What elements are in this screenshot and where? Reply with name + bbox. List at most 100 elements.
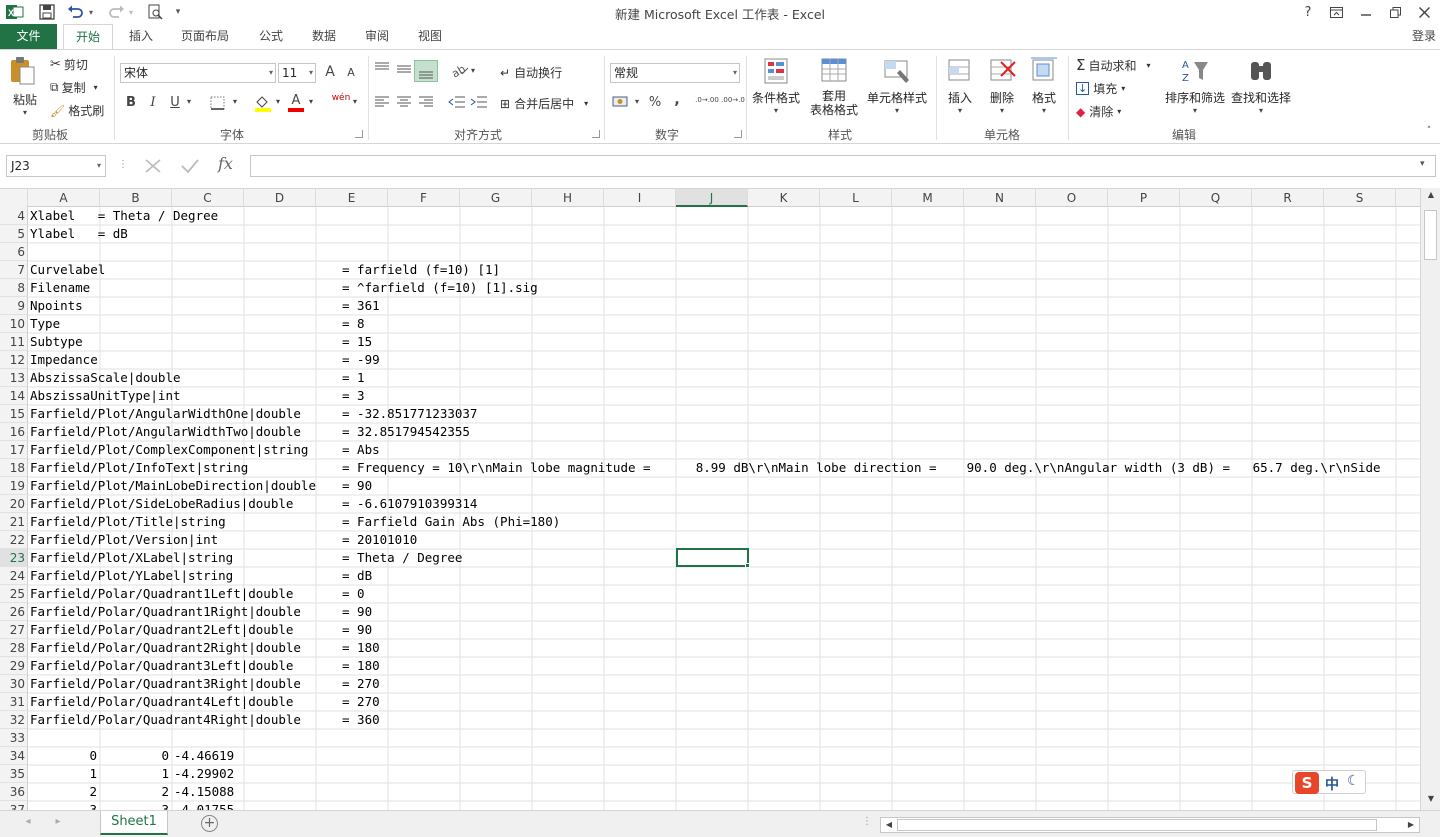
row-header[interactable]: 16	[0, 423, 28, 441]
row-header[interactable]: 25	[0, 585, 28, 603]
active-cell-selection[interactable]	[676, 548, 749, 567]
column-header-c[interactable]: C	[172, 189, 244, 207]
percent-style-button[interactable]: %	[646, 95, 664, 110]
name-box[interactable]: J23 ▾	[6, 155, 106, 177]
tab-file[interactable]: 文件	[0, 24, 57, 49]
row-header[interactable]: 19	[0, 477, 28, 495]
cell[interactable]: = Abs	[342, 441, 380, 459]
vertical-scroll-thumb[interactable]	[1424, 210, 1437, 260]
cell[interactable]: Curvelabel	[30, 261, 105, 279]
row-header[interactable]: 10	[0, 315, 28, 333]
increase-decimal-button[interactable]: .0→.00	[694, 96, 720, 104]
redo-dropdown-icon[interactable]: ▾	[126, 2, 136, 22]
cell[interactable]: = Frequency = 10\r\nMain lobe magnitude …	[342, 459, 1381, 477]
decrease-indent-button[interactable]	[448, 96, 466, 111]
formula-input[interactable]	[250, 155, 1436, 177]
font-dialog-launcher-icon[interactable]	[355, 130, 363, 138]
cell[interactable]: Farfield/Plot/YLabel|string	[30, 567, 233, 585]
align-bottom-button[interactable]	[414, 60, 438, 82]
cell[interactable]: Farfield/Plot/XLabel|string	[30, 549, 233, 567]
orientation-button[interactable]: ab	[449, 62, 470, 81]
accounting-dropdown-icon[interactable]: ▾	[632, 97, 642, 106]
column-header-n[interactable]: N	[964, 189, 1036, 207]
column-header-a[interactable]: A	[28, 189, 100, 207]
font-name-combo[interactable]: 宋体 ▾	[120, 63, 276, 83]
column-header-m[interactable]: M	[892, 189, 964, 207]
scroll-left-icon[interactable]: ◀	[883, 818, 895, 832]
row-header[interactable]: 34	[0, 747, 28, 765]
cell[interactable]: = ^farfield (f=10) [1].sig	[342, 279, 538, 297]
fill-button[interactable]: ↓ 填充 ▾	[1076, 80, 1125, 97]
print-preview-icon[interactable]	[144, 2, 166, 22]
delete-cells-button[interactable]: 删除 ▾	[984, 56, 1020, 115]
row-header[interactable]: 36	[0, 783, 28, 801]
font-color-dropdown-icon[interactable]: ▾	[306, 97, 316, 106]
cell[interactable]: -4.29902	[174, 765, 234, 783]
row-header[interactable]: 6	[0, 243, 28, 261]
phonetic-guide-button[interactable]: wén	[330, 93, 352, 103]
borders-button[interactable]	[210, 96, 226, 113]
tab-review[interactable]: 审阅	[354, 24, 400, 49]
customize-qat-icon[interactable]: ▾	[172, 2, 184, 22]
cell[interactable]: Type	[30, 315, 60, 333]
format-cells-button[interactable]: 格式 ▾	[1026, 56, 1062, 115]
expand-formula-bar-icon[interactable]: ▾	[1420, 159, 1425, 169]
next-sheet-icon[interactable]: ▸	[52, 816, 64, 827]
row-header[interactable]: 35	[0, 765, 28, 783]
close-icon[interactable]	[1410, 2, 1438, 22]
align-middle-button[interactable]	[396, 62, 412, 79]
cell[interactable]: = 270	[342, 693, 380, 711]
comma-style-button[interactable]: ,	[670, 92, 684, 108]
row-header[interactable]: 30	[0, 675, 28, 693]
cell[interactable]: Farfield/Plot/AngularWidthTwo|double	[30, 423, 301, 441]
row-header[interactable]: 12	[0, 351, 28, 369]
row-header[interactable]: 8	[0, 279, 28, 297]
row-header[interactable]: 5	[0, 225, 28, 243]
cell[interactable]: 2	[100, 783, 169, 801]
bold-button[interactable]: B	[124, 95, 138, 110]
column-header-s[interactable]: S	[1324, 189, 1396, 207]
cell[interactable]: = dB	[342, 567, 372, 585]
ime-toolbar[interactable]: S 中 ☾	[1292, 770, 1366, 794]
cell[interactable]: = -6.6107910399314	[342, 495, 477, 513]
minimize-icon[interactable]	[1352, 2, 1380, 22]
cell[interactable]: Farfield/Polar/Quadrant2Right|double	[30, 639, 301, 657]
cell[interactable]: 3	[100, 801, 169, 810]
cell[interactable]: -4.01755	[174, 801, 234, 810]
column-header-h[interactable]: H	[532, 189, 604, 207]
row-header[interactable]: 21	[0, 513, 28, 531]
collapse-ribbon-icon[interactable]: ˄	[1422, 126, 1436, 136]
number-dialog-launcher-icon[interactable]	[734, 130, 742, 138]
cell[interactable]: Farfield/Polar/Quadrant4Right|double	[30, 711, 301, 729]
cell[interactable]: = 15	[342, 333, 372, 351]
cell[interactable]: = 90	[342, 603, 372, 621]
align-top-button[interactable]	[374, 62, 390, 79]
column-header-g[interactable]: G	[460, 189, 532, 207]
row-header[interactable]: 18	[0, 459, 28, 477]
sort-filter-button[interactable]: AZ 排序和筛选 ▾	[1164, 56, 1226, 115]
row-header[interactable]: 7	[0, 261, 28, 279]
format-as-table-button[interactable]: 套用 表格格式	[804, 56, 864, 117]
restore-icon[interactable]	[1381, 2, 1409, 22]
help-button[interactable]: ?	[1294, 2, 1322, 22]
column-header-o[interactable]: O	[1036, 189, 1108, 207]
column-header-f[interactable]: F	[388, 189, 460, 207]
row-header[interactable]: 28	[0, 639, 28, 657]
cell[interactable]: Farfield/Plot/Version|int	[30, 531, 218, 549]
underline-dropdown-icon[interactable]: ▾	[184, 97, 194, 106]
align-right-button[interactable]	[418, 96, 434, 111]
moon-icon[interactable]: ☾	[1347, 773, 1360, 789]
row-header[interactable]: 27	[0, 621, 28, 639]
number-format-combo[interactable]: 常规 ▾	[610, 63, 740, 83]
select-all-corner[interactable]	[0, 189, 28, 207]
row-header[interactable]: 23	[0, 549, 28, 567]
cell[interactable]: 0	[28, 747, 97, 765]
ime-mode-label[interactable]: 中	[1325, 774, 1339, 794]
shrink-font-button[interactable]: A	[344, 66, 358, 79]
conditional-formatting-button[interactable]: 条件格式 ▾	[750, 56, 802, 115]
cell[interactable]: AbszissaScale|double	[30, 369, 181, 387]
insert-cells-button[interactable]: 插入 ▾	[942, 56, 978, 115]
fill-color-dropdown-icon[interactable]: ▾	[273, 97, 283, 106]
cell[interactable]: Farfield/Plot/MainLobeDirection|double	[30, 477, 316, 495]
font-color-button[interactable]: A	[288, 94, 304, 112]
